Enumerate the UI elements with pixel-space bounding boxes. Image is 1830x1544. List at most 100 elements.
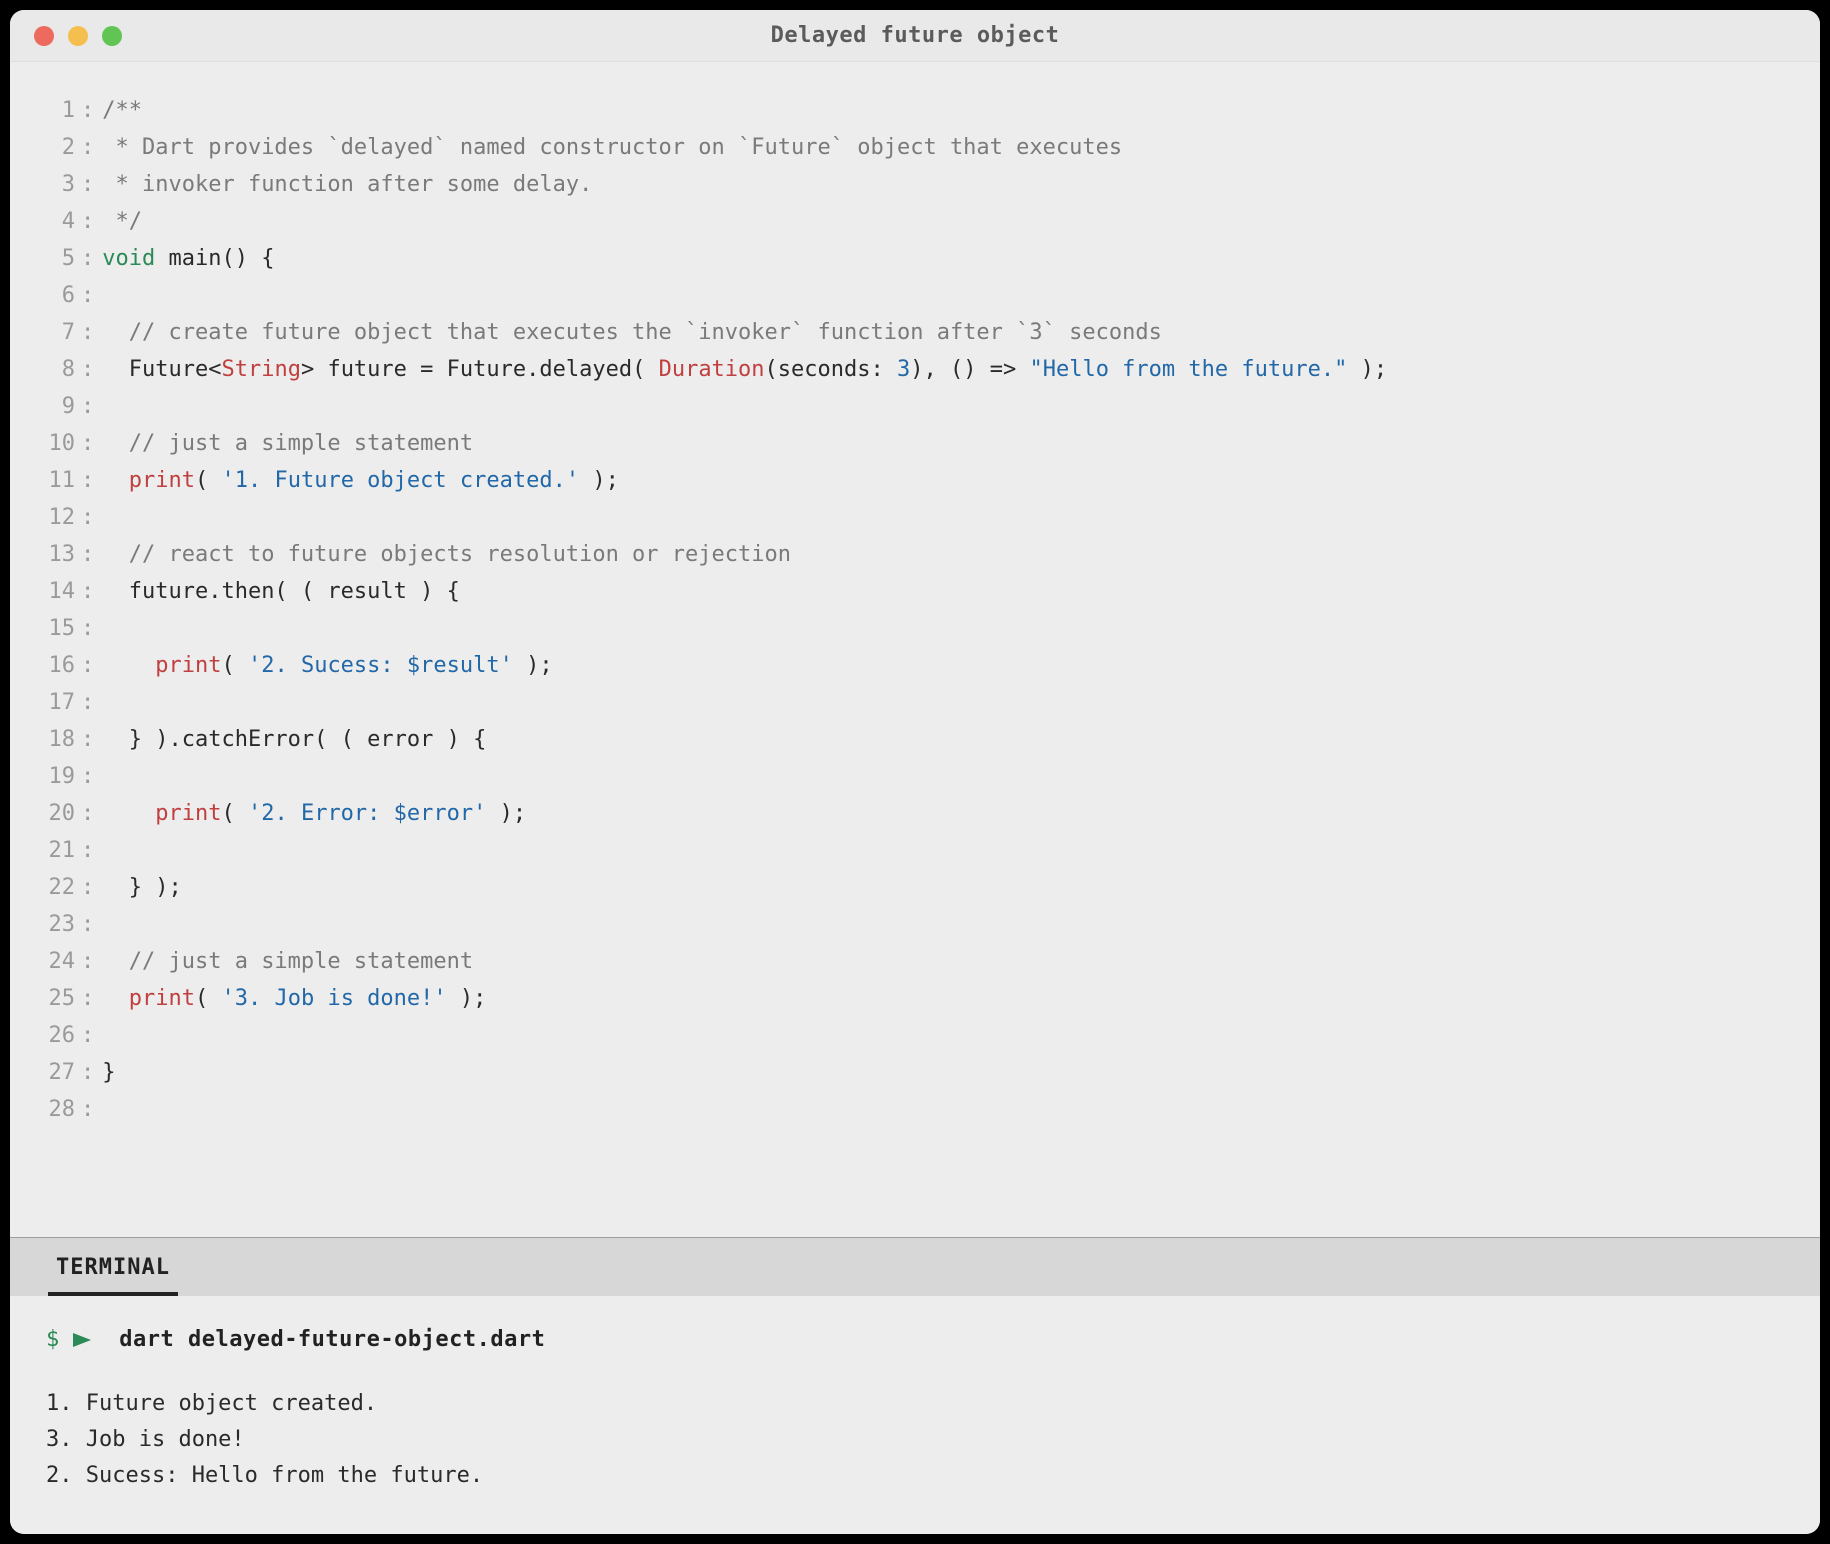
code-content: } ); xyxy=(102,869,181,906)
code-line: 18: } ).catchError( ( error ) { xyxy=(20,721,1796,758)
line-separator: : xyxy=(75,462,102,499)
line-number: 8 xyxy=(20,351,75,388)
code-line: 16: print( '2. Sucess: $result' ); xyxy=(20,647,1796,684)
line-separator: : xyxy=(75,684,102,721)
code-content: Future<String> future = Future.delayed( … xyxy=(102,351,1387,388)
code-content: // react to future objects resolution or… xyxy=(102,536,791,573)
code-content: /** xyxy=(102,92,142,129)
line-number: 11 xyxy=(20,462,75,499)
close-icon[interactable] xyxy=(34,26,54,46)
code-content: * invoker function after some delay. xyxy=(102,166,592,203)
terminal-output-line: 2. Sucess: Hello from the future. xyxy=(46,1458,1784,1494)
line-number: 13 xyxy=(20,536,75,573)
line-number: 1 xyxy=(20,92,75,129)
line-number: 19 xyxy=(20,758,75,795)
line-separator: : xyxy=(75,129,102,166)
prompt-dollar-icon: $ xyxy=(46,1322,59,1358)
code-line: 26: xyxy=(20,1017,1796,1054)
code-line: 14: future.then( ( result ) { xyxy=(20,573,1796,610)
line-number: 25 xyxy=(20,980,75,1017)
minimize-icon[interactable] xyxy=(68,26,88,46)
window-controls xyxy=(10,26,122,46)
line-number: 12 xyxy=(20,499,75,536)
line-number: 18 xyxy=(20,721,75,758)
code-line: 20: print( '2. Error: $error' ); xyxy=(20,795,1796,832)
code-content: void main() { xyxy=(102,240,274,277)
terminal-body[interactable]: $ dart delayed-future-object.dart 1. Fut… xyxy=(10,1296,1820,1534)
code-line: 21: xyxy=(20,832,1796,869)
terminal-command-line: $ dart delayed-future-object.dart xyxy=(46,1322,1784,1358)
code-content: } ).catchError( ( error ) { xyxy=(102,721,486,758)
line-separator: : xyxy=(75,832,102,869)
code-content: print( '1. Future object created.' ); xyxy=(102,462,619,499)
window-title: Delayed future object xyxy=(10,23,1820,48)
code-line: 23: xyxy=(20,906,1796,943)
terminal-output: 1. Future object created.3. Job is done!… xyxy=(46,1386,1784,1494)
code-content: print( '2. Error: $error' ); xyxy=(102,795,526,832)
code-content: future.then( ( result ) { xyxy=(102,573,460,610)
code-line: 9: xyxy=(20,388,1796,425)
line-separator: : xyxy=(75,647,102,684)
code-line: 7: // create future object that executes… xyxy=(20,314,1796,351)
code-line: 4: */ xyxy=(20,203,1796,240)
line-separator: : xyxy=(75,92,102,129)
line-number: 22 xyxy=(20,869,75,906)
line-separator: : xyxy=(75,351,102,388)
terminal-tabbar: TERMINAL xyxy=(10,1238,1820,1296)
terminal-panel: TERMINAL $ dart delayed-future-object.da… xyxy=(10,1237,1820,1534)
line-separator: : xyxy=(75,1017,102,1054)
line-number: 14 xyxy=(20,573,75,610)
line-separator: : xyxy=(75,499,102,536)
titlebar: Delayed future object xyxy=(10,10,1820,62)
line-separator: : xyxy=(75,1054,102,1091)
line-number: 5 xyxy=(20,240,75,277)
code-line: 13: // react to future objects resolutio… xyxy=(20,536,1796,573)
code-line: 2: * Dart provides `delayed` named const… xyxy=(20,129,1796,166)
line-separator: : xyxy=(75,314,102,351)
line-number: 3 xyxy=(20,166,75,203)
line-separator: : xyxy=(75,536,102,573)
prompt-arrow-icon xyxy=(73,1333,91,1347)
code-line: 6: xyxy=(20,277,1796,314)
line-number: 16 xyxy=(20,647,75,684)
line-separator: : xyxy=(75,610,102,647)
line-separator: : xyxy=(75,166,102,203)
line-number: 9 xyxy=(20,388,75,425)
line-separator: : xyxy=(75,1091,102,1128)
line-separator: : xyxy=(75,425,102,462)
terminal-tab[interactable]: TERMINAL xyxy=(48,1243,178,1296)
code-line: 24: // just a simple statement xyxy=(20,943,1796,980)
code-editor[interactable]: 1:/**2: * Dart provides `delayed` named … xyxy=(10,62,1820,1237)
code-line: 3: * invoker function after some delay. xyxy=(20,166,1796,203)
line-number: 23 xyxy=(20,906,75,943)
code-line: 1:/** xyxy=(20,92,1796,129)
code-line: 27:} xyxy=(20,1054,1796,1091)
line-number: 28 xyxy=(20,1091,75,1128)
line-separator: : xyxy=(75,203,102,240)
code-line: 28: xyxy=(20,1091,1796,1128)
code-line: 10: // just a simple statement xyxy=(20,425,1796,462)
line-separator: : xyxy=(75,388,102,425)
line-separator: : xyxy=(75,906,102,943)
terminal-command: dart delayed-future-object.dart xyxy=(119,1322,545,1358)
line-separator: : xyxy=(75,869,102,906)
code-line: 15: xyxy=(20,610,1796,647)
line-number: 10 xyxy=(20,425,75,462)
code-line: 12: xyxy=(20,499,1796,536)
code-line: 22: } ); xyxy=(20,869,1796,906)
zoom-icon[interactable] xyxy=(102,26,122,46)
code-content: // just a simple statement xyxy=(102,943,473,980)
line-separator: : xyxy=(75,795,102,832)
line-number: 7 xyxy=(20,314,75,351)
line-number: 20 xyxy=(20,795,75,832)
terminal-output-line: 1. Future object created. xyxy=(46,1386,1784,1422)
line-number: 24 xyxy=(20,943,75,980)
line-number: 21 xyxy=(20,832,75,869)
line-separator: : xyxy=(75,980,102,1017)
code-content: } xyxy=(102,1054,115,1091)
line-separator: : xyxy=(75,758,102,795)
code-line: 5:void main() { xyxy=(20,240,1796,277)
line-separator: : xyxy=(75,573,102,610)
line-separator: : xyxy=(75,240,102,277)
code-line: 25: print( '3. Job is done!' ); xyxy=(20,980,1796,1017)
